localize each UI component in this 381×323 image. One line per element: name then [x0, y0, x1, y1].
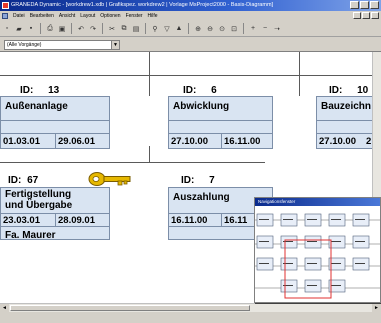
node-id-label: ID:	[183, 85, 197, 96]
filter-bar: (Alle Vorgänge) ▼	[0, 37, 381, 52]
node-id: 6	[211, 85, 217, 96]
zoom-fit-icon[interactable]: ⊡	[229, 24, 239, 34]
node-id-label: ID:	[181, 175, 195, 186]
new-icon[interactable]: ▫	[2, 24, 12, 34]
node-name: Außenanlage	[5, 101, 68, 112]
doc-restore-button[interactable]	[362, 12, 370, 19]
connector-line	[0, 162, 265, 163]
doc-minimize-button[interactable]	[353, 12, 361, 19]
navigation-window[interactable]: Navigationsfenster	[254, 197, 381, 303]
zoom-icon[interactable]: ⊙	[217, 24, 227, 34]
node-name: Auszahlung	[173, 192, 230, 203]
menu-ansicht[interactable]: Ansicht	[59, 11, 75, 21]
paste-icon[interactable]: ▤	[131, 24, 141, 34]
node-start-date: 16.11.00	[171, 215, 208, 226]
window-titlebar: GRANEDA Dynamic - [workdrew1.xdb | Grafi…	[0, 0, 381, 11]
minimize-button[interactable]	[350, 1, 359, 9]
node-end-date: 16.11.00	[224, 136, 261, 147]
open-icon[interactable]: ▰	[14, 24, 24, 34]
menu-datei[interactable]: Datei	[13, 11, 25, 21]
redo-icon[interactable]: ↷	[88, 24, 98, 34]
undo-icon[interactable]: ↶	[76, 24, 86, 34]
menu-bearbeiten[interactable]: Bearbeiten	[30, 11, 54, 21]
add-icon[interactable]: +	[248, 24, 258, 34]
remove-icon[interactable]: −	[260, 24, 270, 34]
activity-filter-select[interactable]: (Alle Vorgänge) ▼	[4, 40, 120, 50]
doc-close-button[interactable]	[371, 12, 379, 19]
node-name: Bauzeichn	[321, 101, 372, 112]
connector-line	[299, 52, 300, 96]
app-icon	[2, 2, 9, 9]
preview-icon[interactable]: ▣	[57, 24, 67, 34]
cut-icon[interactable]: ✂	[107, 24, 117, 34]
key-icon	[88, 172, 131, 186]
connector-line	[149, 52, 150, 96]
node-name-line2: und Übergabe	[5, 200, 73, 211]
maximize-button[interactable]	[360, 1, 369, 9]
scroll-right-arrow[interactable]: ►	[372, 304, 381, 312]
toolbar: ▫ ▰ ▪ ⎙ ▣ ↶ ↷ ✂ ⧉ ▤ ⚲ ▽ ▲ ⊕ ⊖ ⊙ ⊡ + − ➝	[0, 21, 381, 37]
navigation-window-title: Navigationsfenster	[255, 198, 380, 206]
node-id: 10	[357, 85, 369, 96]
node-start-date: 23.03.01	[3, 215, 40, 226]
arrow-icon[interactable]: ➝	[272, 24, 282, 34]
copy-icon[interactable]: ⧉	[119, 24, 129, 34]
menu-layout[interactable]: Layout	[80, 11, 95, 21]
node-resource: Fa. Maurer	[5, 230, 56, 241]
connector-line	[0, 75, 372, 76]
node-id: 67	[27, 175, 39, 186]
horizontal-scrollbar[interactable]: ◄ ►	[0, 303, 381, 312]
navigation-overview[interactable]	[255, 206, 380, 302]
node-id: 13	[48, 85, 60, 96]
node-name: Abwicklung	[173, 101, 230, 112]
node-id-label: ID:	[8, 175, 22, 186]
scroll-thumb[interactable]	[10, 305, 250, 311]
node-end-date: 28.09.01	[58, 215, 95, 226]
node-start-date: 27.10.00	[319, 136, 356, 147]
node-id: 7	[209, 175, 215, 186]
print-icon[interactable]: ⎙	[45, 24, 55, 34]
filter-value: (Alle Vorgänge)	[7, 42, 42, 48]
scroll-left-arrow[interactable]: ◄	[0, 304, 9, 312]
close-button[interactable]	[370, 1, 379, 9]
node-id-label: ID:	[20, 85, 34, 96]
save-icon[interactable]: ▪	[26, 24, 36, 34]
menu-bar: Datei Bearbeiten Ansicht Layout Optionen…	[0, 11, 381, 21]
node-name: Fertigstellung	[5, 189, 72, 200]
connector-line	[149, 146, 150, 163]
navigation-minimap	[255, 213, 380, 299]
find-icon[interactable]: ⚲	[150, 24, 160, 34]
chevron-down-icon[interactable]: ▼	[111, 41, 119, 49]
chart-icon[interactable]: ▲	[174, 24, 184, 34]
node-end-date: 2	[366, 136, 372, 147]
filter-icon[interactable]: ▽	[162, 24, 172, 34]
node-start-date: 27.10.00	[171, 136, 208, 147]
zoom-out-icon[interactable]: ⊖	[205, 24, 215, 34]
node-id-label: ID:	[329, 85, 343, 96]
status-bar	[0, 312, 381, 323]
document-icon	[2, 13, 8, 19]
zoom-in-icon[interactable]: ⊕	[193, 24, 203, 34]
menu-optionen[interactable]: Optionen	[100, 11, 120, 21]
menu-fenster[interactable]: Fenster	[126, 11, 143, 21]
menu-hilfe[interactable]: Hilfe	[148, 11, 158, 21]
node-end-date: 29.06.01	[58, 136, 95, 147]
node-start-date: 01.03.01	[3, 136, 40, 147]
window-title: GRANEDA Dynamic - [workdrew1.xdb | Grafi…	[11, 2, 274, 8]
node-end-date: 16.11	[224, 215, 248, 226]
